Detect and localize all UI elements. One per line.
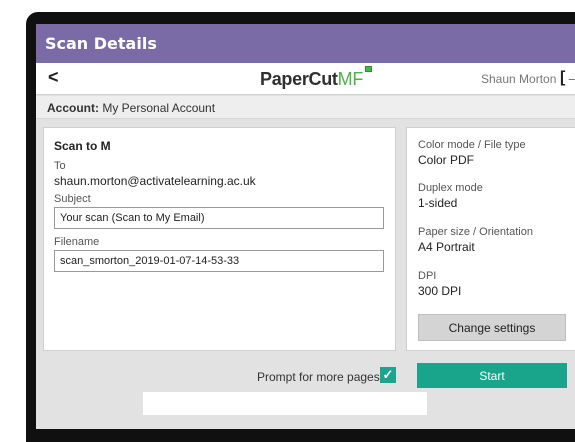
change-settings-button[interactable]: Change settings <box>418 314 566 341</box>
title-bar: Scan Details <box>36 24 575 63</box>
title-overlay <box>120 128 250 139</box>
to-label: To <box>54 160 66 172</box>
filename-field[interactable]: scan_smorton_2019-01-07-14-53-33 <box>54 250 384 272</box>
app-header: < PaperCutMF Shaun Morton [→ <box>36 63 575 95</box>
prompt-more-pages-checkbox[interactable]: ✓ <box>380 367 396 383</box>
filename-label: Filename <box>54 236 100 248</box>
papercut-logo: PaperCutMF <box>260 66 373 90</box>
logo-accent-text: MF <box>337 69 364 89</box>
scan-title: Scan to M <box>54 139 111 153</box>
footer-overlay <box>143 392 427 415</box>
prompt-more-pages-label: Prompt for more pages <box>257 370 380 384</box>
logo-flag-icon <box>365 66 373 72</box>
account-label: Account: <box>47 101 99 115</box>
subject-field[interactable]: Your scan (Scan to My Email) <box>54 207 384 229</box>
dpi-label: DPI <box>418 270 437 282</box>
to-value: shaun.morton@activatelearning.ac.uk <box>54 174 256 188</box>
subject-label: Subject <box>54 193 91 205</box>
back-icon[interactable]: < <box>48 67 59 88</box>
start-button[interactable]: Start <box>417 363 567 388</box>
logout-icon[interactable]: [→ <box>560 69 575 87</box>
duplex-label: Duplex mode <box>418 182 483 194</box>
account-bar: Account: My Personal Account <box>36 96 575 119</box>
duplex-value: 1-sided <box>418 196 458 210</box>
paper-size-label: Paper size / Orientation <box>418 226 533 238</box>
account-value: My Personal Account <box>102 101 216 115</box>
page-title: Scan Details <box>45 34 157 53</box>
paper-size-value: A4 Portrait <box>418 240 475 254</box>
user-name: Shaun Morton <box>481 72 557 86</box>
scan-details-screen: Scan Details < PaperCutMF Shaun Morton [… <box>36 24 575 429</box>
scan-settings-panel: Color mode / File type Color PDF Duplex … <box>406 127 575 351</box>
dpi-value: 300 DPI <box>418 284 462 298</box>
logo-main-text: PaperCut <box>260 69 338 89</box>
scan-destination-panel: Scan to M To shaun.morton@activatelearni… <box>43 127 396 351</box>
color-mode-value: Color PDF <box>418 153 475 167</box>
color-mode-label: Color mode / File type <box>418 139 526 151</box>
